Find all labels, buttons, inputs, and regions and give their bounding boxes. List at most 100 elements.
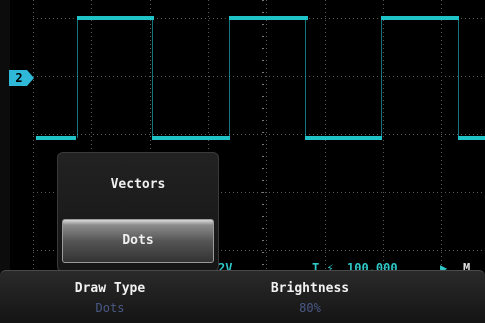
grid-dot xyxy=(301,76,302,77)
grid-dot xyxy=(441,124,442,125)
grid-dot xyxy=(208,132,209,133)
trace-segment xyxy=(305,136,382,140)
grid-dot xyxy=(377,192,378,193)
grid-dot xyxy=(425,192,426,193)
grid-dot xyxy=(365,134,366,135)
grid-dot xyxy=(89,76,90,77)
grid-dot xyxy=(150,88,151,89)
grid-dot xyxy=(383,160,384,161)
grid-dot xyxy=(53,192,54,193)
grid-dot xyxy=(325,80,326,81)
grid-dot xyxy=(150,60,151,61)
grid-dot xyxy=(91,64,92,65)
grid-dot xyxy=(91,80,92,81)
grid-dot xyxy=(325,104,326,105)
grid-dot xyxy=(301,192,302,193)
scope-display: 2 2V T ⚡ 100.000 ▶ M Vectors Dots Draw T… xyxy=(0,0,485,323)
grid-dot xyxy=(325,92,326,93)
grid-dot xyxy=(345,134,346,135)
grid-dot xyxy=(266,100,267,101)
grid-dot xyxy=(405,76,406,77)
grid-dot xyxy=(457,250,458,251)
grid-dot xyxy=(33,16,34,17)
grid-dot xyxy=(266,124,267,125)
grid-tick xyxy=(262,180,264,181)
grid-dot xyxy=(383,212,384,213)
grid-dot xyxy=(33,12,34,13)
grid-dot xyxy=(325,196,326,197)
grid-dot xyxy=(461,192,462,193)
grid-dot xyxy=(457,192,458,193)
grid-dot xyxy=(153,76,154,77)
grid-dot xyxy=(333,134,334,135)
grid-dot xyxy=(441,112,442,113)
grid-dot xyxy=(273,192,274,193)
grid-dot xyxy=(253,76,254,77)
grid-tick xyxy=(262,120,264,121)
grid-dot xyxy=(377,76,378,77)
grid-dot xyxy=(33,56,34,57)
grid-dot xyxy=(91,12,92,13)
brightness-softkey[interactable]: Brightness 80% xyxy=(240,271,380,323)
grid-dot xyxy=(325,140,326,141)
grid-dot xyxy=(91,32,92,33)
grid-dot xyxy=(91,136,92,137)
menu-option-vectors[interactable]: Vectors xyxy=(62,165,214,205)
grid-dot xyxy=(425,134,426,135)
grid-dot xyxy=(69,76,70,77)
grid-dot xyxy=(33,96,34,97)
channel-2-marker[interactable]: 2 xyxy=(9,70,35,86)
grid-dot xyxy=(37,192,38,193)
grid-dot xyxy=(69,18,70,19)
grid-dot xyxy=(150,36,151,37)
grid-dot xyxy=(441,108,442,109)
draw-type-softkey[interactable]: Draw Type Dots xyxy=(40,271,180,323)
menu-option-dots[interactable]: Dots xyxy=(62,219,214,263)
grid-dot xyxy=(325,68,326,69)
grid-dot xyxy=(417,76,418,77)
grid-dot xyxy=(397,76,398,77)
grid-dot xyxy=(325,208,326,209)
draw-type-label: Draw Type xyxy=(74,281,146,296)
grid-dot xyxy=(383,68,384,69)
grid-dot xyxy=(208,120,209,121)
grid-dot xyxy=(383,256,384,257)
grid-dot xyxy=(341,76,342,77)
grid-dot xyxy=(150,52,151,53)
grid-dot xyxy=(266,188,267,189)
grid-dot xyxy=(277,134,278,135)
grid-dot xyxy=(397,192,398,193)
grid-dot xyxy=(266,156,267,157)
grid-dot xyxy=(449,134,450,135)
grid-dot xyxy=(91,68,92,69)
grid-dot xyxy=(125,76,126,77)
grid-dot xyxy=(441,72,442,73)
grid-dot xyxy=(266,8,267,9)
grid-dot xyxy=(91,44,92,45)
grid-dot xyxy=(393,250,394,251)
grid-dot xyxy=(41,134,42,135)
grid-dot xyxy=(461,76,462,77)
grid-dot xyxy=(421,192,422,193)
grid-dot xyxy=(61,134,62,135)
trace-edge xyxy=(458,18,459,138)
grid-dot xyxy=(325,160,326,161)
grid-dot xyxy=(461,18,462,19)
grid-dot xyxy=(91,84,92,85)
grid-dot xyxy=(477,250,478,251)
grid-dot xyxy=(33,116,34,117)
grid-dot xyxy=(333,250,334,251)
grid-dot xyxy=(409,134,410,135)
grid-dot xyxy=(383,112,384,113)
grid-dot xyxy=(91,52,92,53)
grid-dot xyxy=(441,148,442,149)
grid-dot xyxy=(383,88,384,89)
grid-dot xyxy=(161,76,162,77)
grid-dot xyxy=(297,250,298,251)
grid-dot xyxy=(150,24,151,25)
grid-dot xyxy=(383,40,384,41)
grid-dot xyxy=(385,250,386,251)
grid-dot xyxy=(383,64,384,65)
grid-dot xyxy=(266,204,267,205)
softkey-bar: Draw Type Dots Brightness 80% xyxy=(0,270,485,323)
